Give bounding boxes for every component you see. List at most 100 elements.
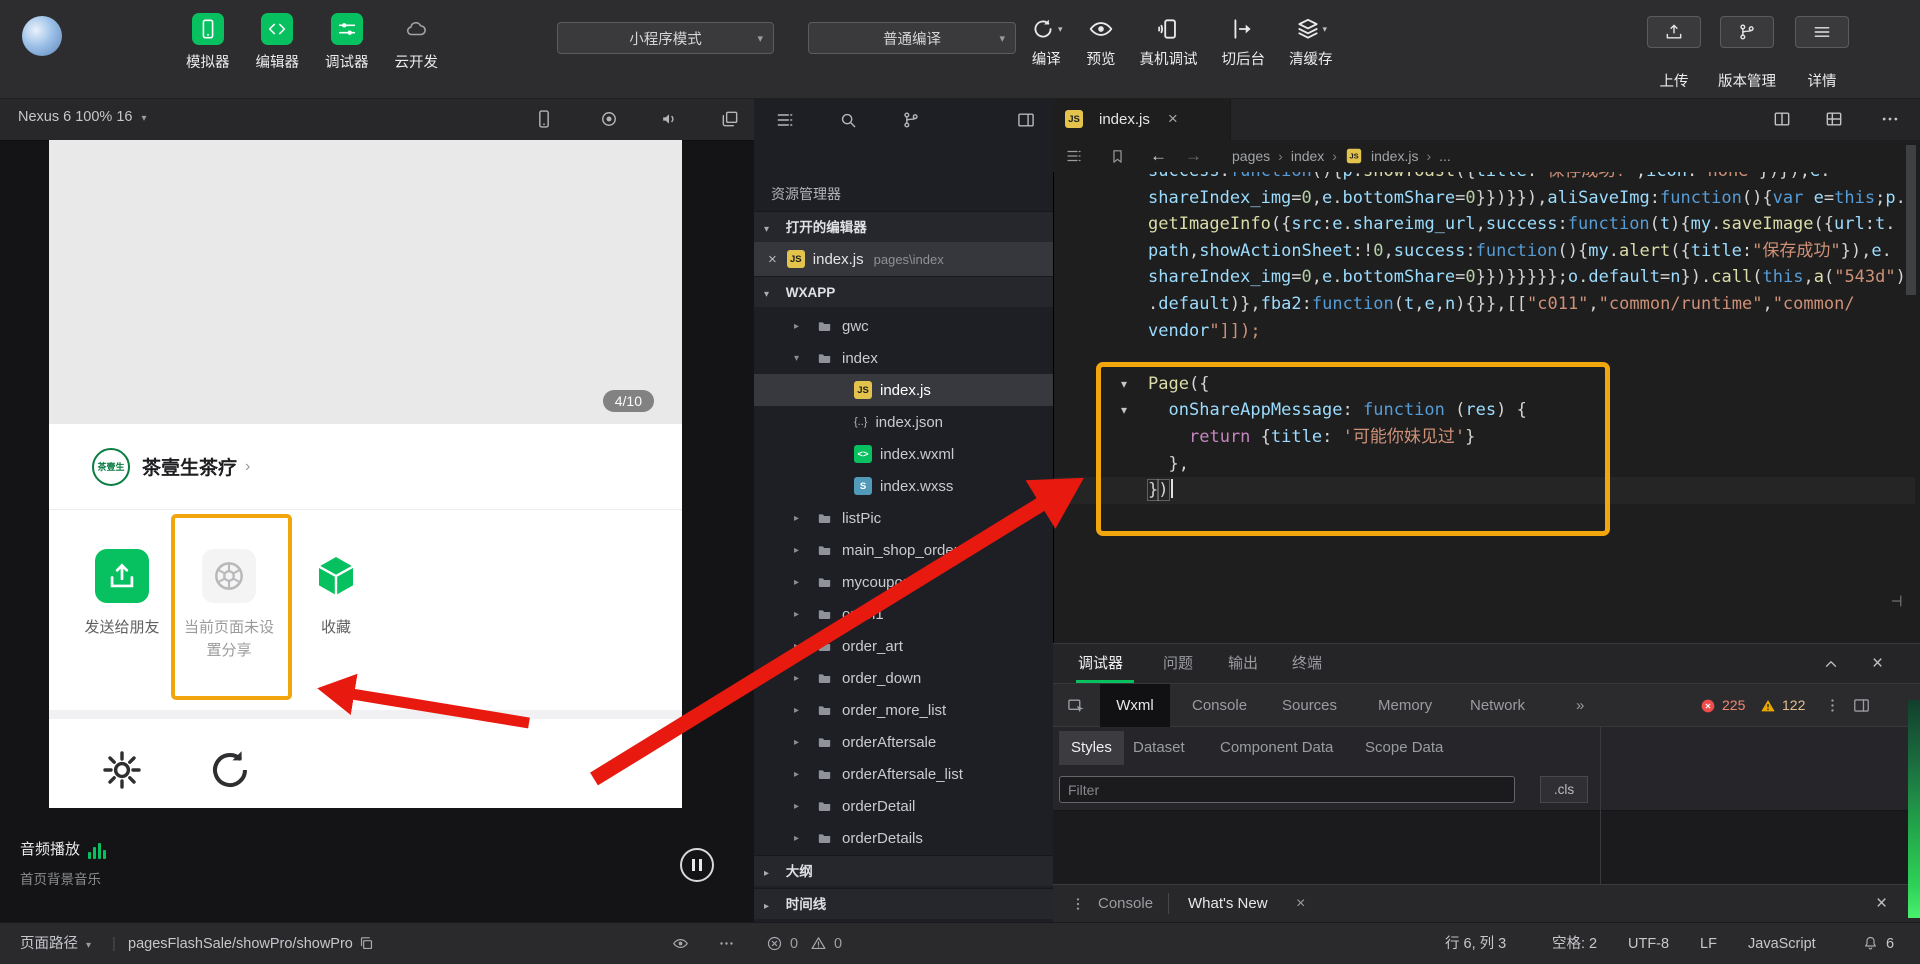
- inspect-element-icon[interactable]: [1066, 696, 1086, 716]
- reload-icon[interactable]: [206, 746, 254, 794]
- outline-list-icon[interactable]: [775, 110, 795, 130]
- dock-side-icon[interactable]: [1852, 696, 1871, 715]
- multi-window-icon[interactable]: [720, 109, 740, 129]
- compile-mode-select[interactable]: 普通编译 ▾: [808, 22, 1016, 54]
- record-icon[interactable]: [599, 109, 619, 129]
- share-brand-row[interactable]: 茶壹生 茶壹生茶疗 ›: [49, 424, 682, 510]
- cls-toggle-button[interactable]: .cls: [1540, 776, 1588, 803]
- inspector-tab-styles[interactable]: Styles: [1059, 731, 1124, 765]
- drawer-tab-console[interactable]: Console: [1098, 885, 1153, 922]
- more-tabs-icon[interactable]: »: [1576, 684, 1584, 727]
- tree-item-index.js[interactable]: JS index.js: [754, 374, 1053, 406]
- sound-icon[interactable]: [659, 109, 679, 129]
- style-filter-input[interactable]: [1059, 776, 1515, 803]
- tree-item-gwc[interactable]: ▸ gwc: [754, 310, 1053, 342]
- switch-background-button[interactable]: 切后台: [1222, 16, 1265, 69]
- outline-icon[interactable]: [1065, 147, 1083, 165]
- inspector-tab-scope-data[interactable]: Scope Data: [1365, 727, 1443, 769]
- split-editor-icon[interactable]: [1772, 109, 1792, 129]
- editor-scrollbar[interactable]: [1906, 145, 1916, 295]
- close-icon[interactable]: ×: [1296, 885, 1305, 922]
- drawer-tab-whats-new[interactable]: What's New: [1188, 885, 1268, 922]
- close-icon[interactable]: ×: [768, 251, 777, 268]
- breadcrumb-more[interactable]: ...: [1439, 148, 1451, 164]
- indent-setting[interactable]: 空格: 2: [1552, 923, 1597, 964]
- simulator-button[interactable]: 模拟器: [186, 13, 230, 72]
- device-selector[interactable]: Nexus 6 100% 16 ▾: [18, 109, 147, 125]
- timeline-header[interactable]: ▸ 时间线: [754, 888, 1053, 919]
- tree-item-index.json[interactable]: {..} index.json: [754, 406, 1053, 438]
- devtools-tab-sources[interactable]: Sources: [1282, 684, 1337, 727]
- tree-item-mycoupon[interactable]: ▸ mycoupon: [754, 566, 1053, 598]
- eye-icon[interactable]: [672, 935, 689, 952]
- tree-item-orderDetails[interactable]: ▸ orderDetails: [754, 822, 1053, 854]
- pause-button[interactable]: [680, 848, 714, 882]
- kebab-menu-icon[interactable]: [1824, 697, 1841, 714]
- details-button[interactable]: [1795, 16, 1849, 48]
- tree-item-order_more_list[interactable]: ▸ order_more_list: [754, 694, 1053, 726]
- open-editor-item[interactable]: × JS index.js pages\index: [754, 242, 1053, 276]
- tree-item-orderDetail[interactable]: ▸ orderDetail: [754, 790, 1053, 822]
- close-drawer-icon[interactable]: ×: [1876, 885, 1887, 922]
- layout-icon[interactable]: [1824, 109, 1844, 129]
- eol-setting[interactable]: LF: [1700, 923, 1717, 964]
- tree-item-listPic[interactable]: ▸ listPic: [754, 502, 1053, 534]
- outline-header[interactable]: ▸ 大纲: [754, 855, 1053, 886]
- copy-icon[interactable]: [358, 935, 375, 952]
- more-actions-icon[interactable]: [1880, 109, 1900, 129]
- language-mode[interactable]: JavaScript: [1748, 923, 1816, 964]
- device-debug-button[interactable]: 真机调试: [1140, 16, 1198, 69]
- nav-back-icon[interactable]: ←: [1150, 146, 1167, 166]
- debugger-button[interactable]: 调试器: [325, 13, 369, 72]
- encoding[interactable]: UTF-8: [1628, 923, 1669, 964]
- breadcrumb-file[interactable]: index.js: [1371, 148, 1418, 164]
- page-path-selector[interactable]: 页面路径 ▾: [20, 923, 91, 964]
- tree-item-order_art[interactable]: ▸ order_art: [754, 630, 1053, 662]
- tree-item-index[interactable]: ▾ index: [754, 342, 1053, 374]
- breadcrumb-pages[interactable]: pages: [1232, 148, 1270, 164]
- nav-forward-icon[interactable]: →: [1185, 146, 1202, 166]
- user-avatar[interactable]: [22, 16, 62, 56]
- search-icon[interactable]: [838, 110, 858, 130]
- inspector-tab-dataset[interactable]: Dataset: [1133, 727, 1185, 769]
- share-item-favorite[interactable]: 收藏: [281, 549, 391, 639]
- bell-icon[interactable]: [1862, 935, 1879, 952]
- tree-item-index.wxss[interactable]: Sindex.wxss: [754, 470, 1053, 502]
- tree-item-index.wxml[interactable]: <> index.wxml: [754, 438, 1053, 470]
- devtools-tab-memory[interactable]: Memory: [1378, 684, 1432, 727]
- rotate-device-icon[interactable]: [534, 109, 554, 129]
- settings-gear-icon[interactable]: [98, 746, 146, 794]
- tree-item-orderAftersale_list[interactable]: ▸ orderAftersale_list: [754, 758, 1053, 790]
- devtools-tab-console[interactable]: Console: [1192, 684, 1247, 727]
- page-path-value[interactable]: pagesFlashSale/showPro/showPro: [128, 923, 353, 964]
- drawer-menu-icon[interactable]: [1070, 896, 1086, 912]
- compile-button[interactable]: ▾ 编译: [1030, 16, 1063, 69]
- tab-index-js[interactable]: JS index.js ×: [1053, 98, 1231, 140]
- inspector-tab-component-data[interactable]: Component Data: [1220, 727, 1333, 769]
- breadcrumb-index[interactable]: index: [1291, 148, 1324, 164]
- editor-button[interactable]: 编辑器: [256, 13, 299, 72]
- cloud-dev-button[interactable]: 云开发: [395, 13, 438, 72]
- devtools-tab-network[interactable]: Network: [1470, 684, 1525, 727]
- cursor-position[interactable]: 行 6, 列 3: [1445, 923, 1506, 964]
- clear-cache-button[interactable]: ▾ 清缓存: [1289, 16, 1333, 69]
- share-item-send-to-friend[interactable]: 发送给朋友: [67, 549, 177, 639]
- preview-button[interactable]: 预览: [1087, 16, 1116, 69]
- mode-select[interactable]: 小程序模式 ▾: [557, 22, 774, 54]
- close-icon[interactable]: ×: [1168, 109, 1178, 129]
- more-icon[interactable]: [718, 935, 735, 952]
- bookmark-icon[interactable]: [1109, 148, 1126, 165]
- tree-item-label: index.wxss: [880, 477, 954, 495]
- git-branch-icon[interactable]: [901, 110, 921, 130]
- tree-item-order_down[interactable]: ▸ order_down: [754, 662, 1053, 694]
- tree-item-main_shop_order[interactable]: ▸ main_shop_order: [754, 534, 1053, 566]
- git-branch-icon: [1737, 22, 1757, 42]
- dock-panel-icon[interactable]: [1016, 110, 1036, 130]
- project-header[interactable]: ▾ WXAPP: [754, 276, 1053, 307]
- tree-item-orderAftersale[interactable]: ▸ orderAftersale: [754, 726, 1053, 758]
- tree-item-open1[interactable]: ▸ open1: [754, 598, 1053, 630]
- open-editors-header[interactable]: ▾ 打开的编辑器: [754, 211, 1053, 242]
- upload-button[interactable]: [1647, 16, 1701, 48]
- devtools-tab-wxml[interactable]: Wxml: [1100, 684, 1170, 727]
- version-control-button[interactable]: [1720, 16, 1774, 48]
